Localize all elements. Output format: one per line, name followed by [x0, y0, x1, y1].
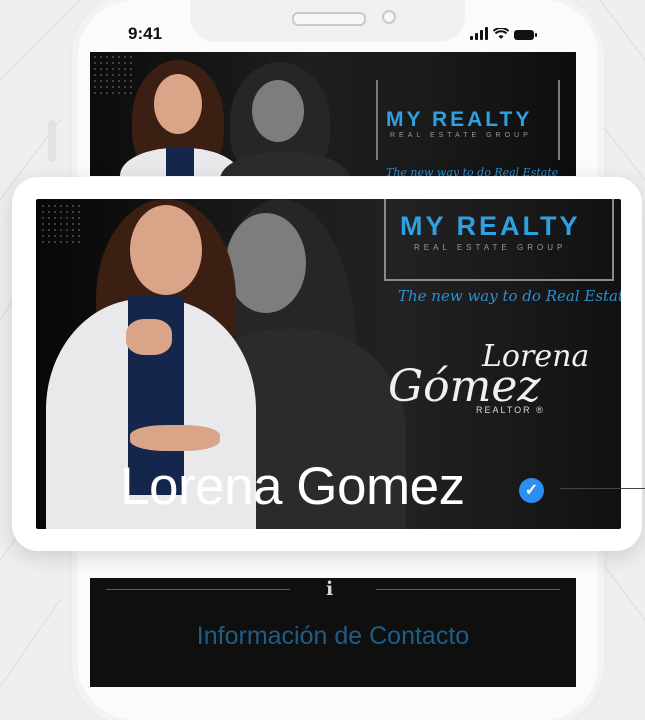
screen-brand-subtitle: REAL ESTATE GROUP: [390, 132, 532, 139]
screen-brand-title: MY REALTY: [386, 108, 533, 131]
brand-tagline: The new way to do Real Estate: [398, 287, 621, 305]
signature-role: REALTOR ®: [476, 405, 545, 415]
status-icons: [470, 26, 537, 40]
status-time: 9:41: [128, 24, 163, 43]
phone-camera: [382, 10, 396, 24]
cellular-signal-icon: [470, 27, 488, 40]
phone-speaker: [292, 12, 366, 26]
info-icon: i: [326, 578, 334, 600]
screen-brand-tagline: The new way to do Real Estate: [386, 166, 559, 176]
profile-name: Lorena Gomez: [120, 457, 465, 516]
wifi-icon: [493, 28, 509, 39]
section-divider-left: [106, 589, 290, 590]
battery-icon: [514, 30, 537, 40]
screen-header-banner: MY REALTY REAL ESTATE GROUP The new way …: [90, 52, 576, 176]
section-divider-right: [376, 589, 560, 590]
contact-section-title[interactable]: Información de Contacto: [90, 622, 576, 651]
phone-side-button: [48, 120, 56, 162]
callout-line: [560, 488, 645, 489]
verified-check-icon: ✓: [519, 478, 544, 503]
brand-subtitle: REAL ESTATE GROUP: [414, 243, 567, 252]
brand-title: MY REALTY: [400, 211, 581, 241]
